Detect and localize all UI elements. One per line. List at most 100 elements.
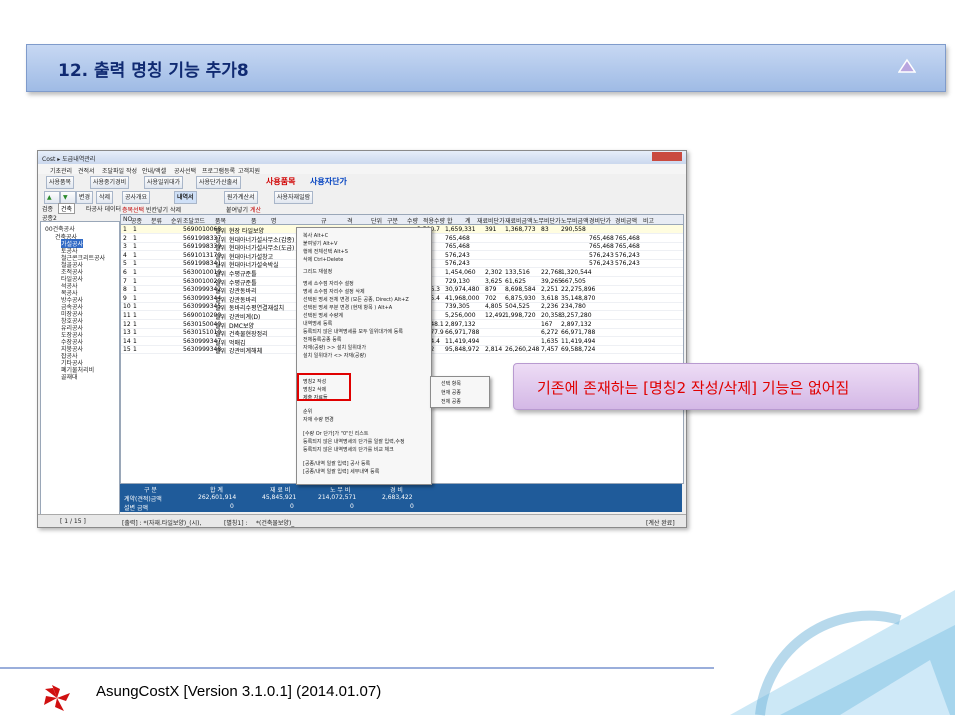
- col-header: 규: [321, 218, 327, 225]
- table-cell-m1: 391: [485, 226, 497, 233]
- toolbar-used-items[interactable]: 사용품목: [266, 176, 295, 187]
- triangle-up-icon[interactable]: [898, 58, 916, 74]
- context-menu-item[interactable]: 선택된 명세 수량계: [303, 312, 343, 319]
- tab-insert-blank[interactable]: 빈칸넣기: [146, 205, 168, 214]
- toolbar-item-equipment[interactable]: 사용중기경비: [90, 176, 130, 189]
- table-cell-no: 2: [123, 234, 127, 242]
- status-bar: [ 1 / 15 ] [출력] : *(자재.타일보양)_(시), [별칭1] …: [38, 514, 686, 527]
- col-header: 구분: [387, 218, 399, 225]
- menu-item-program[interactable]: 프로그램등록: [202, 166, 235, 175]
- table-cell-m2: 8,698,584: [505, 286, 536, 294]
- table-cell-amt: 576,243: [445, 251, 470, 259]
- context-menu-item[interactable]: [수량 Or 단가]가 "0"인 리스트: [303, 430, 368, 437]
- table-cell-m2: 1,998,720: [505, 312, 536, 319]
- context-menu-item[interactable]: 자재(공량) >> 설치 일위대가: [303, 344, 366, 351]
- menu-item-basic[interactable]: 기초관리: [50, 166, 72, 175]
- sum-header: 노 무 비: [330, 487, 351, 494]
- table-cell-m2: 6,875,930: [505, 294, 536, 302]
- table-cell-l2: 1,320,544: [561, 269, 592, 276]
- menu-item-procure[interactable]: 조달파일 작성: [102, 166, 137, 175]
- filter-select[interactable]: 건축: [58, 203, 76, 214]
- context-menu-item[interactable]: 명세 소수점 자리수 설정: [303, 280, 354, 287]
- other-project-link[interactable]: 타공사 데이터: [86, 204, 121, 213]
- table-cell-e1: 576,243: [589, 260, 614, 268]
- sum-header: 경 비: [390, 487, 403, 494]
- context-menu-item[interactable]: 삭제 Ctrl+Delete: [303, 256, 343, 263]
- menu-item-estimate[interactable]: 견적서: [78, 166, 95, 175]
- submenu-item-selected[interactable]: 선택 항목: [441, 380, 461, 387]
- toolbar-item-pricebook[interactable]: 사용단가산출서: [196, 176, 241, 189]
- context-menu-item[interactable]: 순위: [303, 408, 312, 415]
- table-cell-no: 4: [123, 251, 127, 259]
- col-header: 경비단가: [589, 218, 612, 225]
- change-button[interactable]: 변경: [76, 191, 94, 204]
- table-cell-a: 1: [133, 312, 137, 319]
- context-menu-item[interactable]: 붙여넣기 Alt+V: [303, 240, 337, 247]
- footer-text: AsungCostX [Version 3.1.0.1] (2014.01.07…: [96, 683, 382, 700]
- context-menu-item[interactable]: 등록되지 않은 내역명세의 단가를 일괄 입력,수정: [303, 438, 405, 445]
- toolbar: 사용품목 사용중기경비 사용일위대가 사용단가산출서 사용품목 사용자단가: [38, 176, 686, 189]
- context-menu-item[interactable]: [공종/내역 일괄 입력] 세부내역 등록: [303, 468, 379, 475]
- filter-label: 검종: [42, 206, 54, 213]
- submenu-item-all[interactable]: 전체 공종: [441, 398, 461, 405]
- tab-project-overview[interactable]: 공사개요: [122, 191, 151, 204]
- table-cell-l1: 7,457: [541, 346, 559, 354]
- delete-button[interactable]: 삭제: [96, 191, 114, 204]
- submenu-item-current[interactable]: 현재 공종: [441, 389, 461, 396]
- col-header: 적용수량: [423, 218, 446, 225]
- sum-expense: 0: [410, 503, 414, 510]
- toolbar-user-price[interactable]: 사용자단가: [310, 176, 347, 187]
- sum-labor: 214,072,571: [318, 494, 357, 501]
- table-cell-l2: 290,558: [561, 226, 586, 233]
- menu-item-support[interactable]: 고객지원: [238, 166, 260, 175]
- menu-item-project[interactable]: 공사선택: [174, 166, 196, 175]
- table-cell-a: 1: [133, 286, 137, 294]
- table-cell-no: 9: [123, 294, 127, 302]
- sum-material: 0: [290, 503, 294, 510]
- tab-item-select[interactable]: 층목선택: [122, 205, 144, 214]
- context-menu-item[interactable]: 명세 소수점 자리수 설정 삭제: [303, 288, 365, 295]
- col-header: 노무비단가: [533, 218, 561, 225]
- table-cell-m1: 2,814: [485, 346, 503, 354]
- tree-item[interactable]: 골재대: [61, 372, 78, 381]
- tab-material-list[interactable]: 사용자재일람: [274, 191, 314, 204]
- table-cell-a: 1: [133, 277, 137, 285]
- context-menu-item[interactable]: 설치 일위대가 <> 자재(공량): [303, 352, 366, 359]
- context-menu-item[interactable]: 선택된 명세 부분 변경 (현재 항목 ) Alt+A: [303, 304, 392, 311]
- context-menu-item[interactable]: 내역명세 등록: [303, 320, 332, 327]
- table-cell-l1: 167: [541, 320, 553, 328]
- logo-icon: [44, 685, 70, 711]
- table-cell-amt: 739,305: [445, 303, 470, 311]
- slide-title: 12. 출력 명칭 기능 추가8: [58, 61, 249, 81]
- context-menu-item[interactable]: 행에 전체선택 Alt+S: [303, 248, 348, 255]
- tab-cost-calculation[interactable]: 원가계산서: [224, 191, 258, 204]
- col-header: 격: [347, 218, 353, 225]
- context-menu-item[interactable]: 등록되지 않은 내역명세를 모두 일위대가에 등록: [303, 328, 403, 335]
- table-cell-no: 7: [123, 277, 127, 285]
- toolbar-item-materials[interactable]: 사용품목: [46, 176, 75, 189]
- toolbar-item-unitwork[interactable]: 사용일위대가: [144, 176, 184, 189]
- tab-calculate[interactable]: 계산: [250, 205, 261, 214]
- context-menu-item[interactable]: 자재 수량 변경: [303, 416, 334, 423]
- context-menu-item[interactable]: [공종/내역 일괄 입력] 공사 등록: [303, 460, 370, 467]
- close-icon[interactable]: [652, 152, 682, 161]
- context-menu-item[interactable]: 그리드 재설정: [303, 268, 332, 275]
- table-cell-amt: 95,848,972: [445, 346, 480, 354]
- status-alias: [별칭1] :: [224, 520, 248, 527]
- table-cell-a: 1: [133, 337, 137, 345]
- context-menu-item[interactable]: 선택된 명세 전체 변경 (모든 공종, Direct) Alt+Z: [303, 296, 409, 303]
- table-cell-e1: 765,468: [589, 243, 614, 251]
- drafting-tools-decoration: [730, 590, 955, 716]
- tab-paste[interactable]: 붙여넣기: [226, 205, 248, 214]
- col-header: 재료비금액: [505, 218, 533, 225]
- menu-item-guide[interactable]: 안내/액셀: [142, 166, 166, 175]
- context-menu-item[interactable]: 복사 Alt+C: [303, 232, 328, 239]
- col-header: 명: [271, 218, 277, 225]
- context-menu-item[interactable]: 등록되지 않은 내역명세의 단가를 비교 체크: [303, 446, 394, 453]
- table-cell-m1: 4,805: [485, 303, 503, 311]
- context-menu-item[interactable]: 전체등록공종 등록: [303, 336, 341, 343]
- tab-bill-of-quantities[interactable]: 내역서: [174, 191, 197, 204]
- table-cell-amt: 765,468: [445, 243, 470, 251]
- table-cell-amt: 30,974,480: [445, 286, 480, 294]
- tab-delete[interactable]: 삭제: [170, 205, 181, 214]
